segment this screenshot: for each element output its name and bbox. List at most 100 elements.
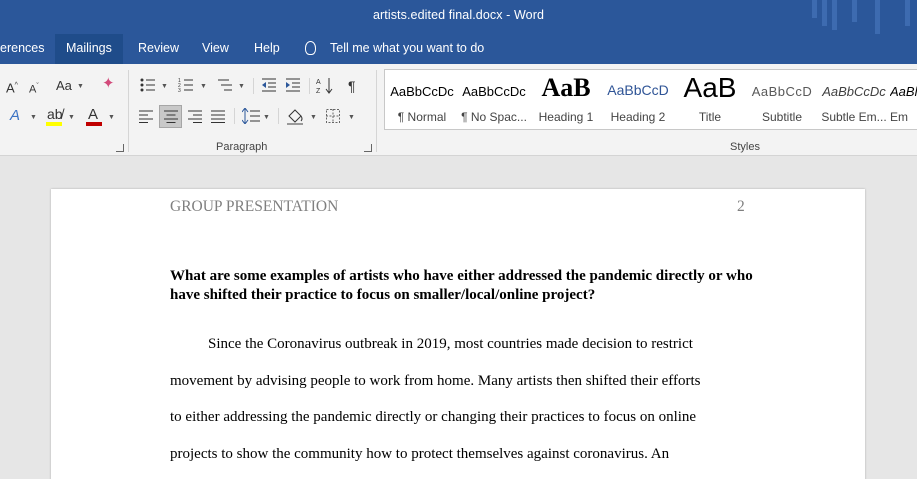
style-name: ¶ No Spac... bbox=[461, 110, 527, 124]
borders-icon[interactable] bbox=[326, 109, 340, 123]
title-bar-decoration bbox=[822, 0, 827, 26]
multilevel-list-icon[interactable] bbox=[217, 78, 233, 92]
section-heading: What are some examples of artists who ha… bbox=[170, 268, 753, 303]
page-header: GROUP PRESENTATION bbox=[170, 198, 339, 215]
align-center-icon bbox=[164, 110, 178, 123]
align-center-button[interactable] bbox=[159, 105, 182, 128]
show-formatting-marks-button[interactable]: ¶ bbox=[348, 79, 356, 93]
chevron-down-icon[interactable]: ▼ bbox=[77, 83, 84, 90]
tab-view[interactable]: View bbox=[191, 34, 240, 64]
numbering-icon[interactable]: 123 bbox=[178, 78, 194, 92]
style-sample: AaB bbox=[683, 72, 737, 103]
style-name: Title bbox=[698, 110, 722, 124]
grow-font-button[interactable]: A^ bbox=[6, 79, 18, 95]
justify-icon[interactable] bbox=[211, 110, 225, 123]
style-subtitle[interactable]: AaBbCcD Subtitle bbox=[746, 70, 818, 129]
chevron-down-icon[interactable]: ▼ bbox=[310, 114, 317, 121]
ribbon: A^ Aˇ Aa ▼ ✦ A ▼ ab̸ ▼ A ▼ ▼ 123 ▼ ▼ AZ … bbox=[0, 64, 917, 156]
title-bar-decoration bbox=[905, 0, 910, 26]
style-sample: AaBbCcDc bbox=[390, 84, 454, 99]
style-normal[interactable]: AaBbCcDc ¶ Normal bbox=[386, 70, 458, 129]
style-sample: AaB bbox=[541, 73, 591, 102]
text-effects-button[interactable]: A bbox=[10, 107, 21, 124]
ribbon-separator bbox=[253, 78, 254, 94]
style-sample: AaBbCcD bbox=[751, 84, 813, 99]
svg-text:A: A bbox=[316, 79, 321, 86]
style-sample: AaBl bbox=[890, 84, 917, 99]
bullets-icon[interactable] bbox=[140, 78, 156, 92]
body-line: Since the Coronavirus outbreak in 2019, … bbox=[208, 336, 693, 352]
change-case-label: Aa bbox=[56, 78, 72, 93]
font-color-bar bbox=[86, 122, 102, 126]
style-name: Heading 2 bbox=[610, 110, 666, 124]
title-bar-decoration bbox=[812, 0, 817, 18]
shrink-font-button[interactable]: Aˇ bbox=[29, 80, 39, 97]
lightbulb-icon bbox=[305, 41, 316, 55]
svg-text:3: 3 bbox=[178, 88, 181, 92]
ribbon-separator bbox=[376, 70, 377, 152]
font-dialog-launcher-icon[interactable] bbox=[116, 144, 124, 152]
style-heading-2[interactable]: AaBbCcD Heading 2 bbox=[602, 70, 674, 129]
tab-references[interactable]: erences bbox=[0, 34, 55, 64]
style-sample: AaBbCcD bbox=[607, 82, 669, 98]
svg-text:Z: Z bbox=[316, 88, 321, 94]
style-no-spacing[interactable]: AaBbCcDc ¶ No Spac... bbox=[458, 70, 530, 129]
title-bar-decoration bbox=[852, 0, 857, 22]
clear-formatting-icon[interactable]: ✦ bbox=[102, 76, 115, 91]
line-spacing-icon[interactable] bbox=[242, 108, 260, 124]
style-sample: AaBbCcDc bbox=[462, 84, 526, 99]
decrease-indent-icon[interactable] bbox=[261, 78, 277, 92]
grow-font-label: A bbox=[6, 80, 15, 96]
paragraph-dialog-launcher-icon[interactable] bbox=[364, 144, 372, 152]
style-emphasis[interactable]: AaBl Em bbox=[890, 70, 917, 129]
change-case-button[interactable]: Aa bbox=[56, 79, 72, 93]
style-name: Em bbox=[890, 110, 908, 124]
text-effects-label: A bbox=[10, 107, 21, 124]
ribbon-separator bbox=[278, 108, 279, 124]
style-subtle-emphasis[interactable]: AaBbCcDc Subtle Em... bbox=[818, 70, 890, 129]
chevron-down-icon[interactable]: ▼ bbox=[263, 114, 270, 121]
font-color-label: A bbox=[88, 106, 99, 123]
page-number: 2 bbox=[737, 198, 745, 215]
tab-review[interactable]: Review bbox=[127, 34, 190, 64]
ribbon-separator bbox=[309, 78, 310, 94]
highlight-icon[interactable]: ab̸ bbox=[47, 107, 63, 121]
style-heading-1[interactable]: AaB Heading 1 bbox=[530, 70, 602, 129]
ribbon-tabs: erences Mailings Review View Help Tell m… bbox=[0, 34, 917, 64]
chevron-down-icon[interactable]: ▼ bbox=[200, 83, 207, 90]
chevron-down-icon[interactable]: ▼ bbox=[348, 114, 355, 121]
document-page[interactable]: GROUP PRESENTATION 2 What are some examp… bbox=[51, 189, 865, 479]
font-color-button[interactable]: A bbox=[88, 106, 99, 123]
styles-gallery: AaBbCcDc ¶ Normal AaBbCcDc ¶ No Spac... … bbox=[384, 69, 917, 130]
style-name: Subtle Em... bbox=[821, 110, 887, 124]
style-name: ¶ Normal bbox=[397, 110, 447, 124]
body-line: movement by advising people to work from… bbox=[170, 373, 701, 389]
align-right-icon[interactable] bbox=[188, 110, 202, 123]
title-bar-decoration bbox=[875, 0, 880, 34]
highlight-color-bar bbox=[46, 122, 62, 126]
paragraph-group-label: Paragraph bbox=[216, 141, 268, 153]
chevron-down-icon[interactable]: ▼ bbox=[68, 114, 75, 121]
window-title: artists.edited final.docx - Word bbox=[372, 8, 545, 22]
chevron-down-icon[interactable]: ▼ bbox=[108, 114, 115, 121]
align-left-icon[interactable] bbox=[139, 110, 153, 123]
shading-icon[interactable] bbox=[286, 107, 304, 125]
body-line: to either addressing the pandemic direct… bbox=[170, 409, 697, 425]
chevron-down-icon[interactable]: ▼ bbox=[238, 83, 245, 90]
title-bar: artists.edited final.docx - Word bbox=[0, 0, 917, 34]
style-name: Heading 1 bbox=[538, 110, 594, 124]
increase-indent-icon[interactable] bbox=[285, 78, 301, 92]
style-sample: AaBbCcDc bbox=[822, 84, 886, 99]
tab-help[interactable]: Help bbox=[243, 34, 291, 64]
chevron-down-icon[interactable]: ▼ bbox=[30, 114, 37, 121]
tell-me-search[interactable]: Tell me what you want to do bbox=[305, 34, 484, 64]
sort-icon[interactable]: AZ bbox=[316, 76, 334, 94]
tell-me-label: Tell me what you want to do bbox=[330, 41, 485, 55]
title-bar-decoration bbox=[832, 0, 837, 30]
style-title[interactable]: AaB Title bbox=[674, 70, 746, 129]
chevron-down-icon[interactable]: ▼ bbox=[161, 83, 168, 90]
styles-group-label: Styles bbox=[730, 141, 760, 153]
ribbon-separator bbox=[234, 108, 235, 124]
ribbon-separator bbox=[128, 70, 129, 152]
tab-mailings[interactable]: Mailings bbox=[55, 34, 123, 64]
